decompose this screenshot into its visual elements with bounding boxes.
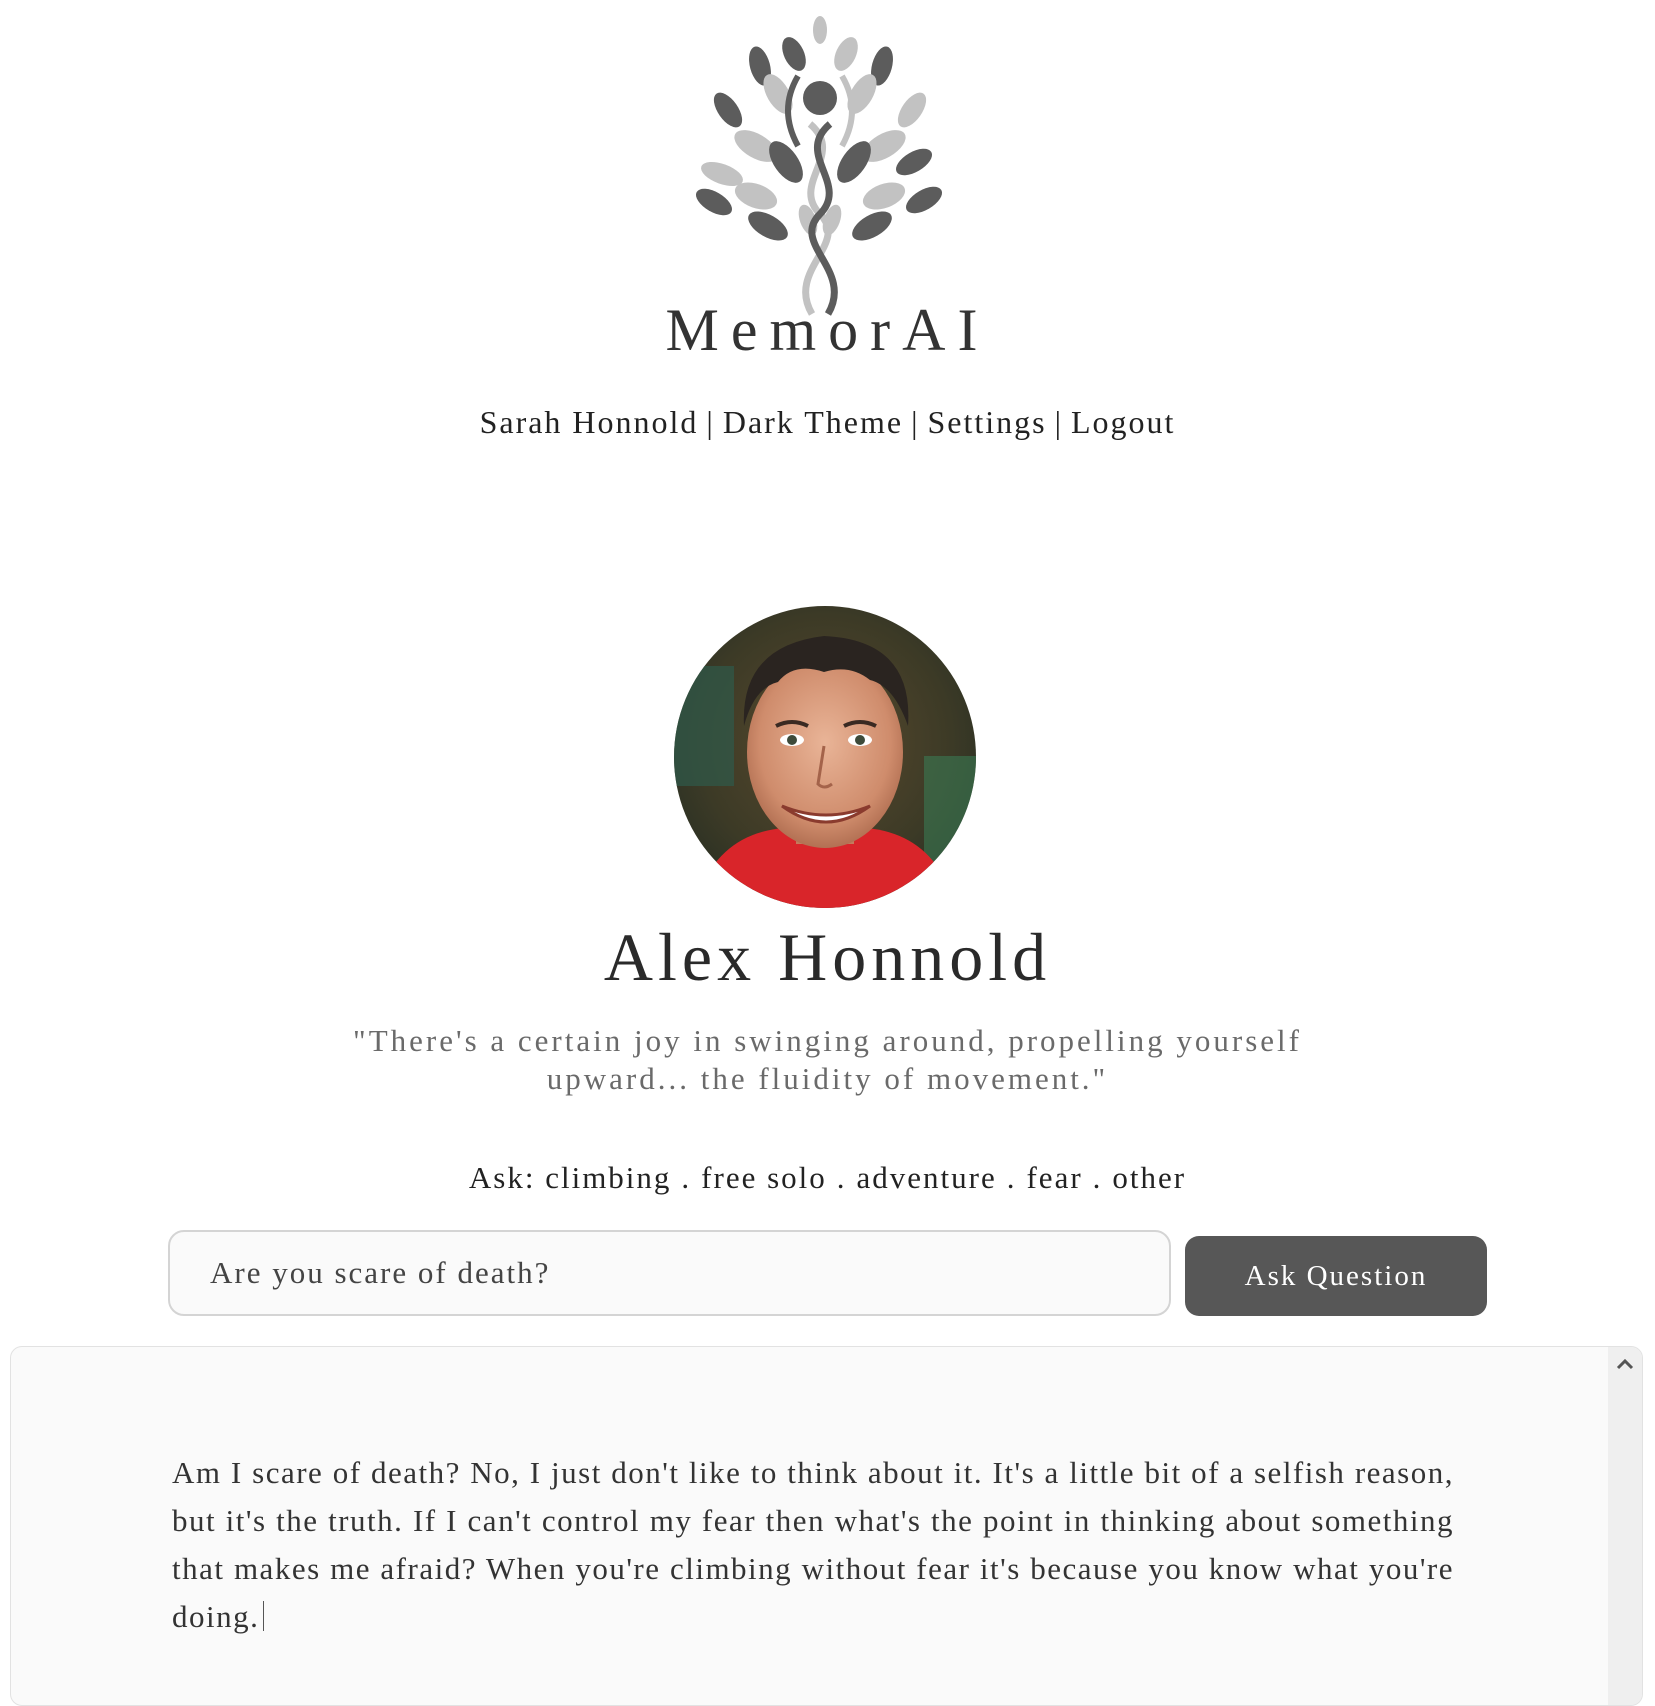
- nav-dark-theme-link[interactable]: Dark Theme: [723, 404, 903, 440]
- top-nav: Sarah Honnold | Dark Theme | Settings | Logout: [0, 404, 1655, 441]
- topic-links: Ask: climbing. free solo. adventure. fear. o…: [0, 1160, 1655, 1196]
- scroll-up-button[interactable]: [1608, 1347, 1642, 1381]
- nav-settings-link[interactable]: Settings: [927, 404, 1046, 440]
- ask-question-button[interactable]: Ask Question: [1185, 1236, 1487, 1316]
- nav-user-link[interactable]: Sarah Honnold: [480, 404, 699, 440]
- brand-title: MemorAI: [665, 297, 990, 363]
- quote-line: "There's a certain joy in swinging aroun…: [353, 1023, 1302, 1058]
- topic-climbing[interactable]: climbing: [545, 1160, 671, 1195]
- nav-separator: |: [1054, 404, 1063, 440]
- profile-name: Alex Honnold: [603, 919, 1052, 995]
- topic-adventure[interactable]: adventure: [857, 1160, 997, 1195]
- chevron-up-icon: [1616, 1358, 1634, 1370]
- text-cursor: [263, 1601, 265, 1631]
- profile-avatar: [674, 606, 976, 908]
- topic-other[interactable]: other: [1112, 1160, 1186, 1195]
- topic-free-solo[interactable]: free solo: [701, 1160, 827, 1195]
- quote-line: upward... the fluidity of movement.": [546, 1061, 1109, 1096]
- topic-separator: .: [1006, 1160, 1017, 1195]
- nav-separator: |: [706, 404, 715, 440]
- answer-content: Am I scare of death? No, I just don't li…: [172, 1455, 1454, 1634]
- topic-separator: .: [836, 1160, 847, 1195]
- nav-separator: |: [911, 404, 920, 440]
- answer-scrollbar[interactable]: [1608, 1347, 1642, 1705]
- question-input[interactable]: [168, 1230, 1171, 1316]
- nav-logout-link[interactable]: Logout: [1071, 404, 1175, 440]
- topic-fear[interactable]: fear: [1026, 1160, 1082, 1195]
- answer-panel: Am I scare of death? No, I just don't li…: [10, 1346, 1643, 1706]
- answer-text: Am I scare of death? No, I just don't li…: [172, 1449, 1454, 1641]
- topic-separator: .: [681, 1160, 692, 1195]
- topic-separator: .: [1092, 1160, 1103, 1195]
- topics-prefix: Ask:: [468, 1160, 536, 1195]
- profile-quote: "There's a certain joy in swinging aroun…: [300, 1022, 1355, 1098]
- tree-logo-icon: [695, 16, 943, 316]
